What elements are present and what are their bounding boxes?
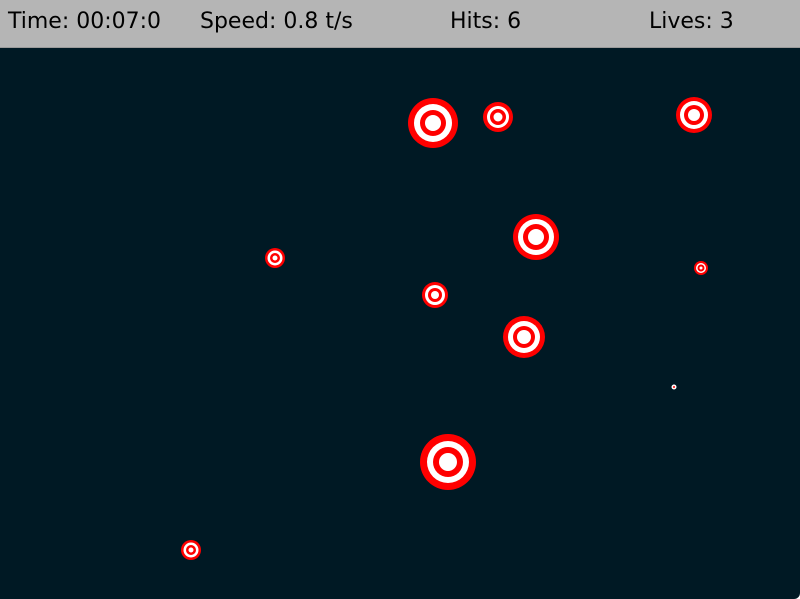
target[interactable] <box>676 97 712 133</box>
target[interactable] <box>503 316 545 358</box>
target[interactable] <box>513 214 559 260</box>
target[interactable] <box>422 282 448 308</box>
target[interactable] <box>483 102 513 132</box>
target[interactable] <box>694 261 708 275</box>
hud-bar: Time: 00:07:0 Speed: 0.8 t/s Hits: 6 Liv… <box>0 0 800 48</box>
target[interactable] <box>408 98 458 148</box>
game-window: Time: 00:07:0 Speed: 0.8 t/s Hits: 6 Liv… <box>0 0 800 599</box>
speed-display: Speed: 0.8 t/s <box>200 9 353 34</box>
target[interactable] <box>420 434 476 490</box>
lives-counter: Lives: 3 <box>649 9 734 34</box>
time-display: Time: 00:07:0 <box>8 9 162 34</box>
playfield[interactable] <box>0 48 800 599</box>
target[interactable] <box>265 248 285 268</box>
targets-layer[interactable] <box>0 48 800 599</box>
target[interactable] <box>181 540 201 560</box>
hits-counter: Hits: 6 <box>450 9 522 34</box>
target[interactable] <box>671 384 677 390</box>
